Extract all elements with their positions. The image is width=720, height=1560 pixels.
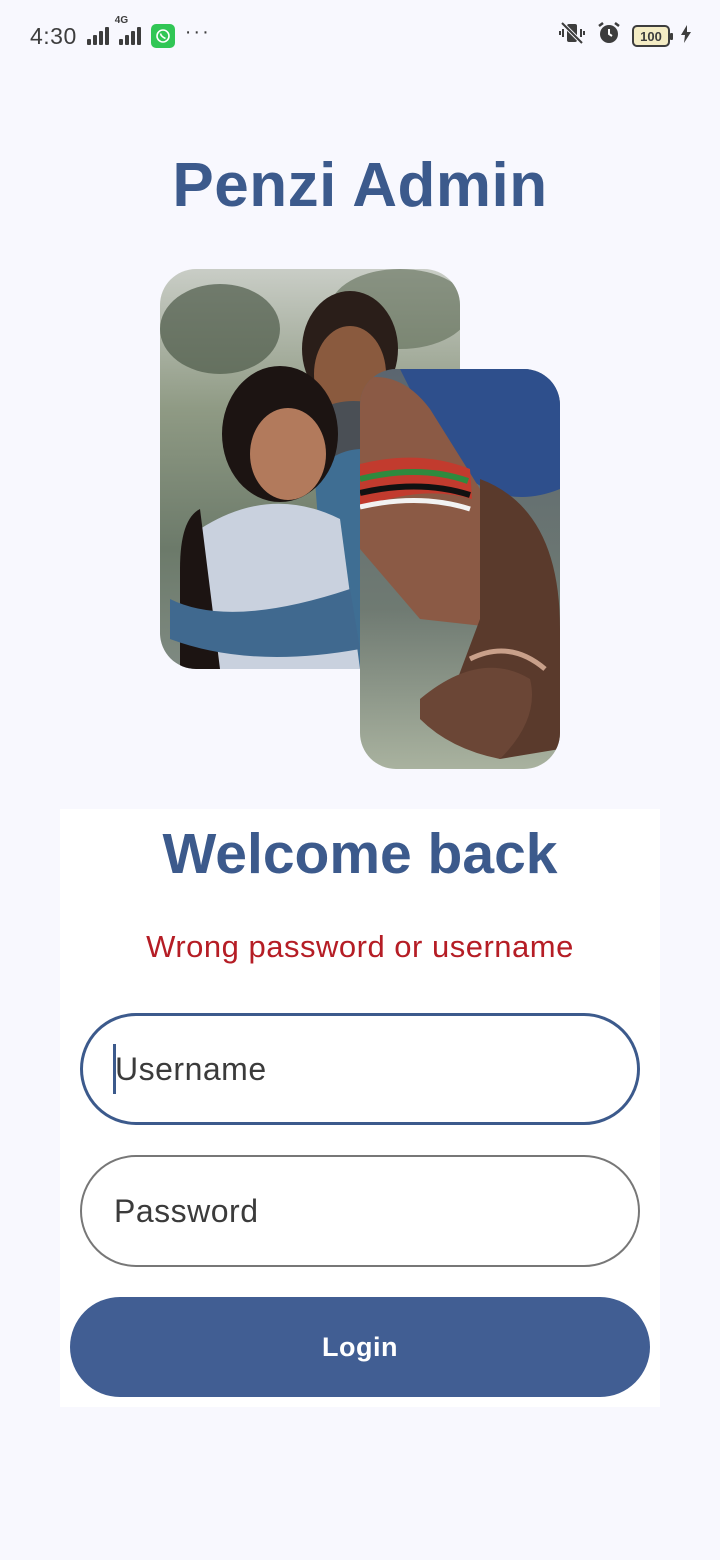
vibrate-off-icon (558, 21, 586, 51)
status-time: 4:30 (30, 22, 77, 49)
welcome-heading: Welcome back (162, 822, 558, 886)
network-type-label: 4G (114, 15, 129, 26)
app-title: Penzi Admin (172, 151, 548, 220)
login-error-message: Wrong password or username (146, 929, 574, 964)
password-field[interactable]: Password (80, 1155, 640, 1267)
holding-hands-photo (360, 369, 560, 769)
username-field[interactable]: Username (80, 1013, 640, 1125)
whatsapp-icon (150, 24, 175, 48)
login-button[interactable]: Login (70, 1297, 650, 1397)
login-card: Welcome back Wrong password or username … (60, 809, 660, 1407)
username-placeholder: Username (115, 1050, 267, 1087)
charging-bolt-icon (680, 23, 692, 49)
status-bar: 4:30 4G ··· 100 (0, 0, 720, 72)
mobile-data-4g-icon: 4G (115, 15, 141, 45)
text-cursor (113, 1044, 116, 1094)
signal-strength-icon (86, 27, 109, 45)
more-notifications-icon: ··· (184, 20, 211, 43)
password-placeholder: Password (114, 1192, 259, 1229)
battery-indicator: 100 (632, 25, 673, 47)
alarm-icon (596, 20, 622, 52)
